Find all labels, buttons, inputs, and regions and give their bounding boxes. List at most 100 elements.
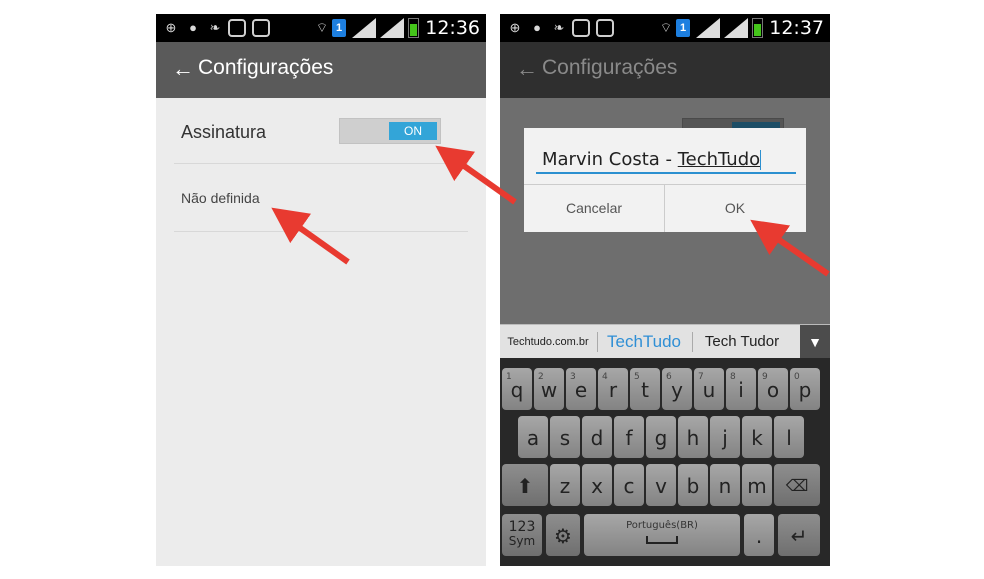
annotation-arrows bbox=[271, 145, 830, 277]
back-arrow-icon[interactable]: ← bbox=[172, 54, 194, 84]
space-key[interactable]: Português(BR) bbox=[584, 514, 740, 556]
key-l[interactable]: l bbox=[774, 416, 804, 458]
key-c[interactable]: c bbox=[614, 464, 644, 506]
key-k[interactable]: k bbox=[742, 416, 772, 458]
key-s[interactable]: s bbox=[550, 416, 580, 458]
signature-input[interactable]: Marvin Costa - TechTudo bbox=[536, 148, 796, 174]
wifi-icon: ⌔ bbox=[659, 20, 673, 35]
key-d[interactable]: d bbox=[582, 416, 612, 458]
key-label: t bbox=[641, 378, 649, 402]
key-g[interactable]: g bbox=[646, 416, 676, 458]
period-key[interactable]: . bbox=[744, 514, 774, 556]
ok-button[interactable]: OK bbox=[665, 185, 805, 232]
plus-icon: ⊕ bbox=[509, 20, 521, 35]
shift-key[interactable]: ⬆ bbox=[502, 464, 548, 506]
key-label: e bbox=[574, 378, 588, 402]
key-hint: 2 bbox=[538, 372, 544, 382]
key-t[interactable]: 5t bbox=[630, 368, 660, 410]
key-u[interactable]: 7u bbox=[694, 368, 724, 410]
signal-icon bbox=[696, 18, 720, 38]
key-label: f bbox=[625, 426, 633, 450]
key-h[interactable]: h bbox=[678, 416, 708, 458]
signature-input-word: TechTudo bbox=[677, 149, 761, 170]
key-label: b bbox=[686, 474, 700, 498]
back-arrow-icon: ← bbox=[516, 56, 538, 81]
key-n[interactable]: n bbox=[710, 464, 740, 506]
gear-icon: ⚙ bbox=[554, 524, 572, 548]
backspace-icon: ⌫ bbox=[785, 476, 809, 495]
status-time: 12:37 bbox=[769, 17, 824, 39]
key-r[interactable]: 4r bbox=[598, 368, 628, 410]
chat-icon: ● bbox=[533, 20, 541, 35]
key-w[interactable]: 2w bbox=[534, 368, 564, 410]
key-label: x bbox=[591, 474, 603, 498]
key-label: r bbox=[608, 378, 618, 402]
key-q[interactable]: 1q bbox=[502, 368, 532, 410]
key-label: s bbox=[559, 426, 571, 450]
suggestion-item-selected[interactable]: TechTudo bbox=[600, 325, 688, 359]
key-a[interactable]: a bbox=[518, 416, 548, 458]
key-x[interactable]: x bbox=[582, 464, 612, 506]
key-y[interactable]: 6y bbox=[662, 368, 692, 410]
signature-input-prefix: Marvin Costa - bbox=[542, 149, 678, 170]
signature-value: Não definida bbox=[181, 190, 260, 206]
key-z[interactable]: z bbox=[550, 464, 580, 506]
toggle-on-label: ON bbox=[389, 122, 437, 140]
key-o[interactable]: 9o bbox=[758, 368, 788, 410]
image-icon bbox=[572, 19, 590, 37]
key-hint: 5 bbox=[634, 372, 640, 382]
signature-value-row[interactable]: Não definida bbox=[174, 164, 468, 232]
enter-icon: ↵ bbox=[790, 524, 808, 548]
battery-icon bbox=[408, 18, 419, 38]
action-bar: ← Configurações bbox=[156, 42, 486, 98]
key-label: u bbox=[702, 378, 716, 402]
key-m[interactable]: m bbox=[742, 464, 772, 506]
key-f[interactable]: f bbox=[614, 416, 644, 458]
text-cursor bbox=[760, 150, 762, 170]
right-phone-screen: ⊕ ● ❧ ⌔ 1 12:37 ← Configurações Marvin C… bbox=[500, 14, 830, 566]
key-label: o bbox=[766, 378, 780, 402]
key-label: m bbox=[747, 474, 767, 498]
chevron-down-icon[interactable]: ▼ bbox=[800, 325, 830, 359]
settings-key[interactable]: ⚙ bbox=[546, 514, 580, 556]
key-hint: 1 bbox=[506, 372, 512, 382]
cancel-button[interactable]: Cancelar bbox=[524, 185, 664, 232]
symbols-key[interactable]: 123 Sym bbox=[502, 514, 542, 556]
battery-icon bbox=[752, 18, 763, 38]
signal-icon bbox=[352, 18, 376, 38]
suggestion-bar: Techtudo.com.br TechTudo Tech Tudor ▼ bbox=[500, 324, 830, 359]
shift-icon: ⬆ bbox=[516, 474, 534, 498]
key-hint: 4 bbox=[602, 372, 608, 382]
suggestion-separator bbox=[692, 332, 693, 352]
key-label: h bbox=[686, 426, 700, 450]
key-label: p bbox=[798, 378, 812, 402]
left-phone-screen: ⊕ ● ❧ ⌔ 1 12:36 ← Configurações Assinatu… bbox=[156, 14, 486, 566]
key-label: . bbox=[755, 524, 763, 548]
status-bar: ⊕ ● ❧ ⌔ 1 12:37 bbox=[500, 14, 830, 42]
key-p[interactable]: 0p bbox=[790, 368, 820, 410]
wifi-icon: ⌔ bbox=[315, 20, 329, 35]
key-hint: 9 bbox=[762, 372, 768, 382]
key-v[interactable]: v bbox=[646, 464, 676, 506]
key-label: v bbox=[655, 474, 667, 498]
key-hint: 0 bbox=[794, 372, 800, 382]
key-i[interactable]: 8i bbox=[726, 368, 756, 410]
key-b[interactable]: b bbox=[678, 464, 708, 506]
key-j[interactable]: j bbox=[710, 416, 740, 458]
space-bar-icon bbox=[646, 536, 678, 544]
plus-icon: ⊕ bbox=[165, 20, 177, 35]
suggestion-item[interactable]: Techtudo.com.br bbox=[502, 325, 594, 359]
signature-setting-row[interactable]: Assinatura ON bbox=[174, 98, 468, 164]
signature-toggle[interactable]: ON bbox=[339, 118, 441, 144]
backspace-key[interactable]: ⌫ bbox=[774, 464, 820, 506]
enter-key[interactable]: ↵ bbox=[778, 514, 820, 556]
image-icon bbox=[228, 19, 246, 37]
key-e[interactable]: 3e bbox=[566, 368, 596, 410]
key-hint: 7 bbox=[698, 372, 704, 382]
instagram-icon bbox=[596, 19, 614, 37]
page-title: Configurações bbox=[542, 56, 678, 79]
signal-icon bbox=[724, 18, 748, 38]
suggestion-item[interactable]: Tech Tudor bbox=[694, 325, 790, 359]
signal-icon bbox=[380, 18, 404, 38]
key-hint: 8 bbox=[730, 372, 736, 382]
